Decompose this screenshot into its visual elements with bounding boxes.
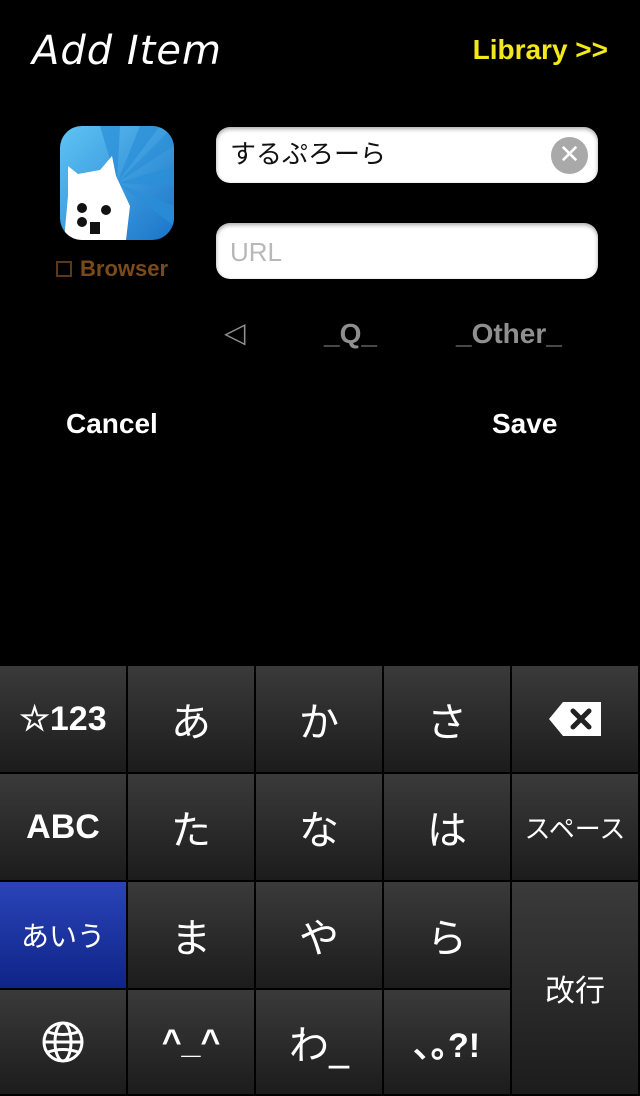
key-emoticon[interactable]: ^_^ — [128, 990, 256, 1096]
browser-cat-icon[interactable] — [60, 126, 174, 240]
url-field[interactable] — [216, 223, 598, 281]
backspace-icon[interactable] — [512, 666, 640, 774]
save-button[interactable]: Save — [492, 408, 557, 440]
key-abc[interactable]: ABC — [0, 774, 128, 882]
key-ka[interactable]: か — [256, 666, 384, 774]
key-symbols[interactable]: ☆123 — [0, 666, 128, 774]
name-field-value[interactable]: するぷろーら — [230, 127, 386, 183]
other-option[interactable]: _Other_ — [456, 318, 562, 350]
cancel-button[interactable]: Cancel — [66, 408, 158, 440]
q-option[interactable]: _Q_ — [324, 318, 377, 350]
name-field[interactable]: するぷろーら ✕ — [216, 127, 598, 183]
key-ha[interactable]: は — [384, 774, 512, 882]
key-ta[interactable]: た — [128, 774, 256, 882]
keyboard: ☆123 あ か さ ABC た な は スペース あいう ま や ら 改行 ^… — [0, 666, 640, 1096]
key-sa[interactable]: さ — [384, 666, 512, 774]
library-link[interactable]: Library >> — [473, 34, 608, 66]
browser-checkbox-label: Browser — [80, 256, 169, 281]
key-enter[interactable]: 改行 — [512, 882, 640, 1096]
key-space[interactable]: スペース — [512, 774, 640, 882]
key-wa[interactable]: わ_ — [256, 990, 384, 1096]
key-na[interactable]: な — [256, 774, 384, 882]
back-arrow-button[interactable]: ◁ — [224, 316, 246, 349]
key-punctuation[interactable]: ､｡?! — [384, 990, 512, 1096]
key-a[interactable]: あ — [128, 666, 256, 774]
key-ya[interactable]: や — [256, 882, 384, 990]
page-title: Add Item — [32, 28, 222, 74]
globe-icon[interactable] — [0, 990, 128, 1096]
url-input[interactable] — [228, 223, 572, 281]
key-kana[interactable]: あいう — [0, 882, 128, 990]
key-ra[interactable]: ら — [384, 882, 512, 990]
clear-icon[interactable]: ✕ — [551, 137, 588, 174]
browser-checkbox[interactable]: Browser — [56, 256, 168, 282]
key-ma[interactable]: ま — [128, 882, 256, 990]
checkbox-icon[interactable] — [56, 261, 72, 277]
